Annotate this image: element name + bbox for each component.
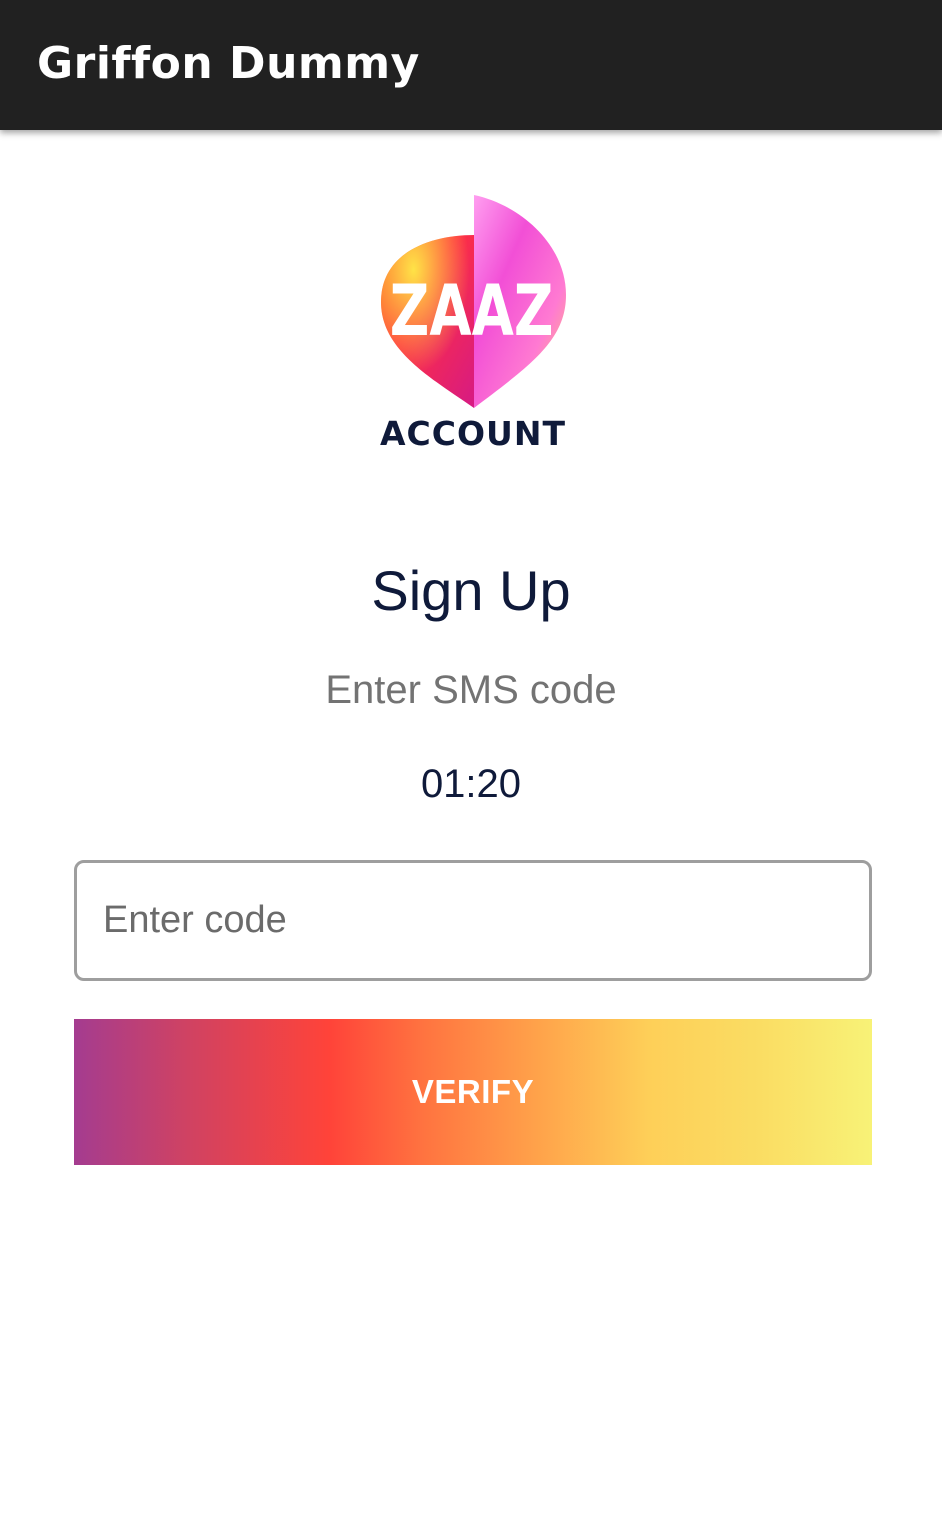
instruction-text: Enter SMS code [325, 668, 617, 712]
app-title: Griffon Dummy [37, 38, 420, 89]
zaaz-logo-icon: ZAAZ [381, 195, 566, 408]
countdown-timer: 01:20 [420, 762, 522, 806]
app-bar: Griffon Dummy [0, 0, 942, 130]
logo-caption: ACCOUNT [380, 414, 566, 453]
verify-button[interactable]: VERIFY [74, 1019, 872, 1165]
sms-code-input[interactable] [74, 860, 872, 981]
zaaz-account-logo: ZAAZ ACCOUNT [371, 190, 571, 460]
svg-text:ZAAZ: ZAAZ [390, 270, 554, 351]
page-title: Sign Up [371, 559, 571, 622]
